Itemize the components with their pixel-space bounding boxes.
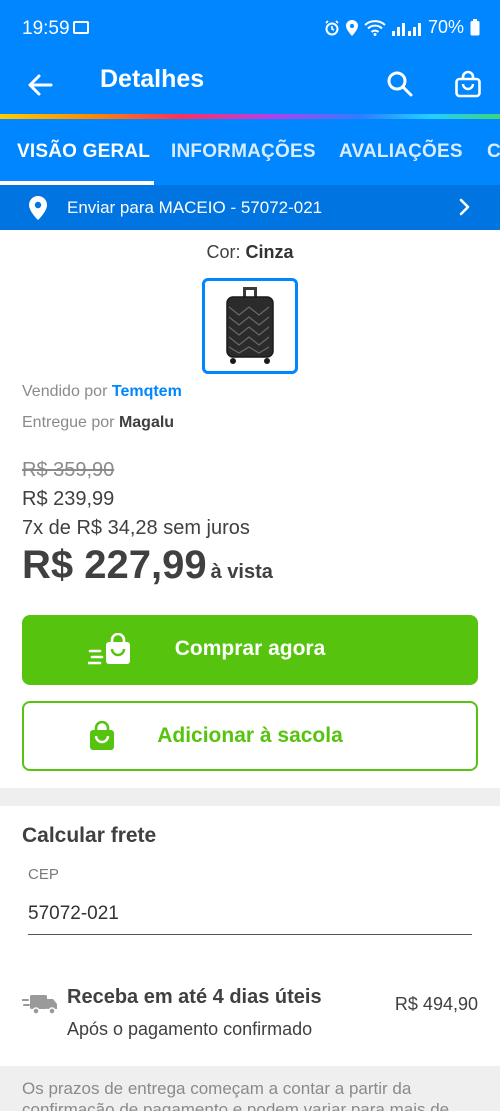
- shopping-bag-icon: [455, 70, 481, 98]
- battery-percent: 70%: [427, 17, 464, 37]
- shipping-location-bar[interactable]: Enviar para MACEIO - 57072-021: [0, 185, 500, 230]
- status-bar: 19:59 70%: [0, 0, 500, 58]
- notification-icon: [73, 21, 89, 34]
- current-price: R$ 239,99: [22, 488, 115, 510]
- seller-info: Vendido por Temqtem: [22, 383, 182, 401]
- section-divider: [0, 788, 500, 806]
- back-button[interactable]: [22, 67, 58, 103]
- product-details-screen: 19:59 70% Detalhes VISÃO GERAL INFORMAÇÕ…: [0, 0, 500, 1111]
- color-value: Cinza: [245, 242, 294, 262]
- original-price: R$ 359,90: [22, 459, 115, 481]
- signal-icon: [391, 22, 421, 36]
- color-option-thumbnail[interactable]: [202, 278, 298, 374]
- search-button[interactable]: [380, 64, 420, 104]
- wifi-icon: [364, 19, 386, 36]
- color-selector-label: Cor: Cinza: [0, 242, 500, 263]
- freight-section-title: Calcular frete: [22, 824, 157, 847]
- cep-input[interactable]: 57072-021: [28, 903, 119, 925]
- delivery-price: R$ 494,90: [394, 994, 478, 1014]
- delivery-truck-icon: [22, 995, 57, 1015]
- search-icon: [387, 71, 413, 97]
- delivered-by-label: Entregue por: [22, 414, 119, 431]
- add-to-bag-label: Adicionar à sacola: [157, 724, 343, 747]
- alarm-icon: [325, 19, 339, 35]
- cep-field-label: CEP: [28, 866, 59, 883]
- chevron-right-icon: [459, 198, 470, 216]
- buy-now-label: Comprar agora: [174, 637, 326, 660]
- tab-overview[interactable]: VISÃO GERAL: [17, 119, 150, 185]
- installment-info: 7x de R$ 34,28 sem juros: [22, 517, 250, 539]
- cash-price-suffix: à vista: [210, 561, 273, 583]
- page-title: Detalhes: [100, 65, 205, 93]
- tab-bar: VISÃO GERAL INFORMAÇÕES AVALIAÇÕES C: [0, 119, 500, 185]
- seller-link[interactable]: Temqtem: [112, 383, 182, 400]
- battery-icon: [470, 19, 480, 36]
- carrier-info: Entregue por Magalu: [22, 414, 174, 432]
- sold-by-label: Vendido por: [22, 383, 112, 400]
- color-label: Cor:: [206, 242, 246, 262]
- cep-input-underline: [28, 934, 472, 935]
- cash-price-line: R$ 227,99 à vista: [22, 543, 273, 588]
- tab-information[interactable]: INFORMAÇÕES: [171, 119, 316, 185]
- delivery-condition: Após o pagamento confirmado: [67, 1019, 313, 1039]
- status-icons: 70%: [324, 17, 480, 38]
- delivery-note-text: Os prazos de entrega começam a contar a …: [22, 1079, 450, 1111]
- cash-price: R$ 227,99: [22, 543, 207, 587]
- buy-now-button[interactable]: Comprar agora: [22, 615, 478, 685]
- location-status-icon: [345, 19, 358, 36]
- location-pin-icon: [29, 196, 47, 220]
- tab-next-partial[interactable]: C: [487, 119, 500, 185]
- delivery-note: Os prazos de entrega começam a contar a …: [0, 1066, 500, 1111]
- cart-button[interactable]: [448, 64, 488, 104]
- delivery-estimate: Receba em até 4 dias úteis: [67, 986, 322, 1008]
- status-time: 19:59: [22, 18, 70, 39]
- suitcase-image: [226, 287, 274, 364]
- add-to-bag-button[interactable]: Adicionar à sacola: [22, 701, 478, 771]
- app-bar: Detalhes: [0, 58, 500, 114]
- tab-reviews[interactable]: AVALIAÇÕES: [339, 119, 463, 185]
- arrow-back-icon: [28, 74, 53, 96]
- shipping-destination: Enviar para MACEIO - 57072-021: [67, 198, 323, 217]
- carrier-name: Magalu: [118, 414, 175, 431]
